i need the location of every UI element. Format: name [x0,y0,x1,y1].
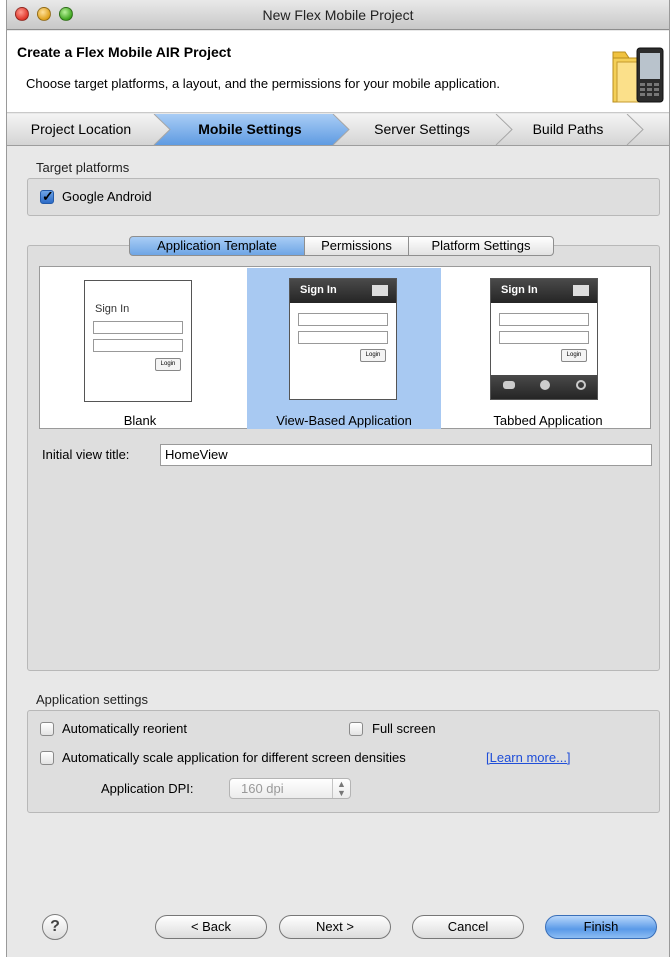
app-dpi-select[interactable]: 160 dpi ▲ ▼ [229,778,351,799]
preview-field [499,331,589,344]
auto-reorient-checkbox[interactable] [40,722,54,736]
step-project-location[interactable]: Project Location [11,114,151,145]
template-blank[interactable]: Sign In Login Blank [44,268,236,429]
tab-bar-icons [503,380,586,390]
stepper-arrows-icon: ▲ ▼ [332,779,350,798]
tabbed-preview: Sign In Login [490,278,598,400]
initial-view-label: Initial view title: [42,447,130,462]
tab-application-template[interactable]: Application Template [129,236,305,256]
google-android-checkbox[interactable] [40,188,54,205]
learn-more-link[interactable]: [Learn more...] [486,750,571,765]
template-list: Sign In Login Blank Sign In Login View-B… [39,266,651,429]
wizard-window: New Flex Mobile Project Create a Flex Mo… [6,0,670,957]
preview-action-bar: Sign In [290,279,396,303]
preview-login-button: Login [561,349,587,362]
blank-preview-title: Sign In [95,303,130,315]
preview-tab-bar [491,375,597,399]
template-label: Tabbed Application [493,413,603,428]
back-button[interactable]: < Back [155,915,267,939]
app-dpi-label: Application DPI: [101,781,194,796]
auto-scale-checkbox[interactable] [40,751,54,765]
template-label: View-Based Application [276,413,412,428]
initial-view-title-input[interactable]: HomeView [160,444,652,466]
page-description: Choose target platforms, a layout, and t… [26,76,501,91]
mail-icon [372,285,388,296]
search-icon [540,380,550,390]
step-server-settings[interactable]: Server Settings [351,114,493,145]
preview-action-bar: Sign In [491,279,597,303]
wizard-header: Create a Flex Mobile AIR Project Choose … [7,31,669,113]
preview-field [298,331,388,344]
blank-preview: Sign In Login [84,280,192,402]
tab-platform-settings[interactable]: Platform Settings [408,236,554,256]
cancel-button[interactable]: Cancel [412,915,524,939]
wizard-steps: Project Location Mobile Settings Server … [7,114,669,146]
preview-field [93,339,183,352]
template-tabbed[interactable]: Sign In Login Tabbed Application [450,268,646,429]
view-based-preview: Sign In Login [289,278,397,400]
auto-scale-label: Automatically scale application for diff… [62,750,406,765]
google-android-label: Google Android [62,189,152,204]
title-bar: New Flex Mobile Project [7,0,669,30]
help-button[interactable]: ? [42,914,68,940]
gamepad-icon [503,381,515,389]
template-view-based[interactable]: Sign In Login View-Based Application [247,268,441,429]
target-platforms-label: Target platforms [36,160,130,175]
tab-permissions[interactable]: Permissions [304,236,409,256]
preview-login-button: Login [155,358,181,371]
mail-icon [573,285,589,296]
step-mobile-settings[interactable]: Mobile Settings [170,114,330,145]
auto-reorient-label: Automatically reorient [62,721,187,736]
page-title: Create a Flex Mobile AIR Project [17,44,232,60]
tabbed-preview-title: Sign In [501,284,538,296]
gear-icon [576,380,586,390]
app-settings-label: Application settings [36,692,149,707]
full-screen-label: Full screen [372,721,436,736]
window-title: New Flex Mobile Project [262,7,414,23]
finish-button[interactable]: Finish [545,915,657,939]
view-based-preview-title: Sign In [300,284,337,296]
step-build-paths[interactable]: Build Paths [512,114,624,145]
preview-field [93,321,183,334]
full-screen-checkbox[interactable] [349,722,363,736]
target-platforms-group: Google Android [27,178,660,216]
app-dpi-value: 160 dpi [241,781,284,796]
preview-field [298,313,388,326]
next-button[interactable]: Next > [279,915,391,939]
folder-phone-icon [612,47,664,103]
preview-field [499,313,589,326]
template-label: Blank [123,413,157,428]
preview-login-button: Login [360,349,386,362]
